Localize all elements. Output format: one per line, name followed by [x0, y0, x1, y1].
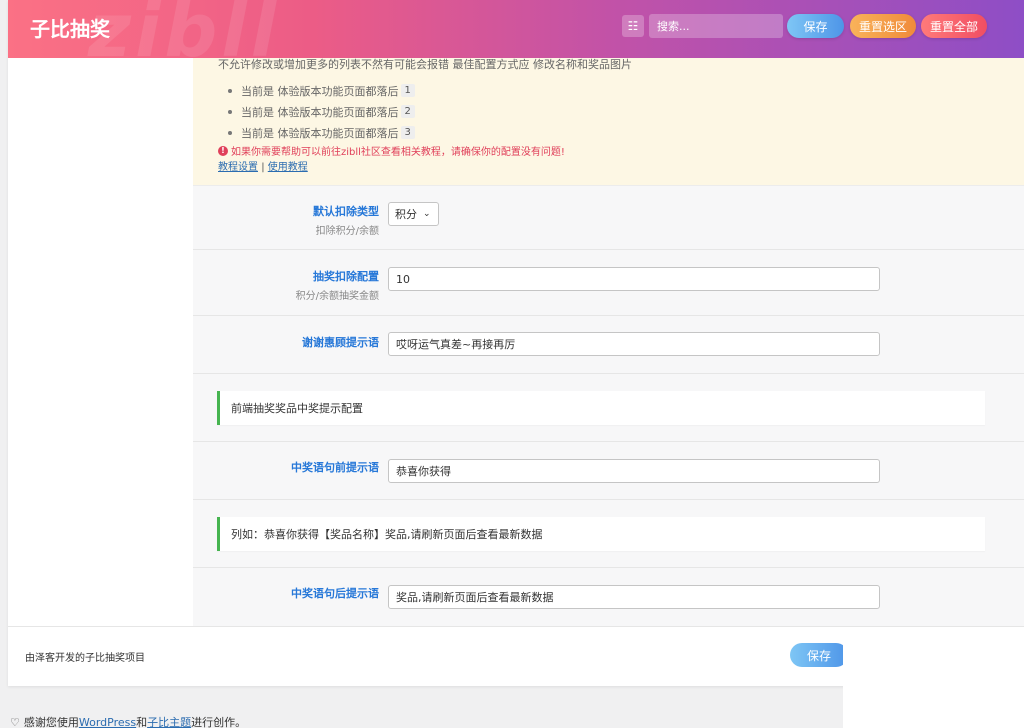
callout-row-frontend: 前端抽奖奖品中奖提示配置	[193, 374, 1024, 442]
wp-footer-and: 和	[136, 716, 148, 728]
wp-footer-suffix: 进行创作。	[191, 716, 247, 728]
bullet-icon	[228, 88, 232, 93]
chevron-down-icon: ⌄	[423, 209, 431, 219]
sidebar	[8, 58, 193, 626]
field-label-main: 默认扣除类型	[313, 205, 379, 218]
main-content: 不允许修改或增加更多的列表不然有可能会报错 最佳配置方式应 修改名称和奖品图片 …	[193, 58, 1024, 626]
list-item-text: 当前是 体验版本功能页面都落后	[241, 84, 399, 98]
field-label: 抽奖扣除配置 积分/余额抽奖金额	[296, 268, 379, 302]
notice-top-line: 不允许修改或增加更多的列表不然有可能会报错 最佳配置方式应 修改名称和奖品图片	[218, 58, 632, 71]
list-item-text: 当前是 体验版本功能页面都落后	[241, 105, 399, 119]
field-label-main: 谢谢惠顾提示语	[302, 336, 379, 349]
warning-icon: !	[218, 145, 228, 156]
field-label: 中奖语句后提示语	[291, 585, 379, 601]
bullet-icon	[228, 130, 232, 135]
help-text: ! 如果你需要帮助可以前往zibll社区查看相关教程，请确保你的配置没有问题!	[218, 143, 565, 158]
list-item-text: 当前是 体验版本功能页面都落后	[241, 126, 399, 140]
search-input[interactable]	[649, 14, 783, 38]
deduct-type-select[interactable]: 积分 ⌄	[388, 202, 439, 226]
settings-panel: zibll 子比抽奖 ☷ 保存 重置选区 重置全部 不允许修改或增加更多的列表不…	[8, 0, 1024, 686]
suffix-message-input[interactable]	[388, 585, 880, 609]
notice-box: 不允许修改或增加更多的列表不然有可能会报错 最佳配置方式应 修改名称和奖品图片 …	[193, 58, 1024, 186]
list-item-number: 1	[400, 84, 415, 97]
usage-tutorial-link[interactable]: 使用教程	[268, 162, 308, 173]
link-separator: |	[261, 162, 265, 173]
list-item-number: 2	[400, 105, 415, 118]
field-label: 谢谢惠顾提示语	[302, 334, 379, 350]
notice-list: 当前是 体验版本功能页面都落后 1 当前是 体验版本功能页面都落后 2 当前是 体验…	[228, 80, 415, 143]
field-deduct-amount: 抽奖扣除配置 积分/余额抽奖金额	[193, 250, 1024, 316]
callout-row-example: 列如：恭喜你获得【奖品名称】奖品,请刷新页面后查看最新数据	[193, 500, 1024, 568]
header-bar: zibll 子比抽奖 ☷ 保存 重置选区 重置全部	[8, 0, 1024, 58]
theme-link[interactable]: 子比主题	[147, 714, 191, 728]
wp-footer-prefix: 感谢您使用	[23, 716, 79, 728]
list-item: 当前是 体验版本功能页面都落后 1	[228, 80, 415, 101]
field-deduct-type: 默认扣除类型 扣除积分/余额 积分 ⌄	[193, 186, 1024, 250]
select-value: 积分	[395, 208, 417, 221]
prefix-message-input[interactable]	[388, 459, 880, 483]
overlay-cover	[843, 640, 1024, 728]
list-icon[interactable]: ☷	[622, 15, 644, 37]
wordpress-link[interactable]: WordPress	[79, 716, 136, 728]
tutorial-links: 教程设置 | 使用教程	[218, 158, 308, 173]
footer-save-button[interactable]: 保存	[790, 643, 848, 667]
field-label-main: 中奖语句前提示语	[291, 461, 379, 474]
list-item-number: 3	[400, 126, 415, 139]
field-label: 中奖语句前提示语	[291, 459, 379, 475]
callout-example: 列如：恭喜你获得【奖品名称】奖品,请刷新页面后查看最新数据	[217, 517, 985, 551]
heart-icon: ♡	[10, 715, 20, 728]
header-watermark: zibll	[88, 0, 281, 58]
reset-section-button[interactable]: 重置选区	[850, 14, 916, 38]
field-label-sub: 扣除积分/余额	[315, 226, 379, 237]
field-label: 默认扣除类型 扣除积分/余额	[313, 203, 379, 237]
wp-footer: ♡ 感谢您使用 WordPress 和 子比主题 进行创作。	[10, 714, 246, 728]
list-item: 当前是 体验版本功能页面都落后 3	[228, 122, 415, 143]
field-label-main: 中奖语句后提示语	[291, 587, 379, 600]
thanks-message-input[interactable]	[388, 332, 880, 356]
list-item: 当前是 体验版本功能页面都落后 2	[228, 101, 415, 122]
field-label-main: 抽奖扣除配置	[313, 270, 379, 283]
bullet-icon	[228, 109, 232, 114]
field-suffix-msg: 中奖语句后提示语	[193, 568, 1024, 626]
help-message: 如果你需要帮助可以前往zibll社区查看相关教程，请确保你的配置没有问题!	[231, 147, 565, 158]
field-thanks-msg: 谢谢惠顾提示语	[193, 316, 1024, 374]
callout-frontend-config: 前端抽奖奖品中奖提示配置	[217, 391, 985, 425]
field-prefix-msg: 中奖语句前提示语	[193, 442, 1024, 500]
tutorial-settings-link[interactable]: 教程设置	[218, 162, 258, 173]
page-title: 子比抽奖	[30, 17, 110, 41]
save-button[interactable]: 保存	[787, 14, 844, 38]
footer-credit: 由泽客开发的子比抽奖项目	[25, 653, 145, 664]
field-label-sub: 积分/余额抽奖金额	[295, 291, 379, 302]
reset-all-button[interactable]: 重置全部	[921, 14, 987, 38]
deduct-amount-input[interactable]	[388, 267, 880, 291]
